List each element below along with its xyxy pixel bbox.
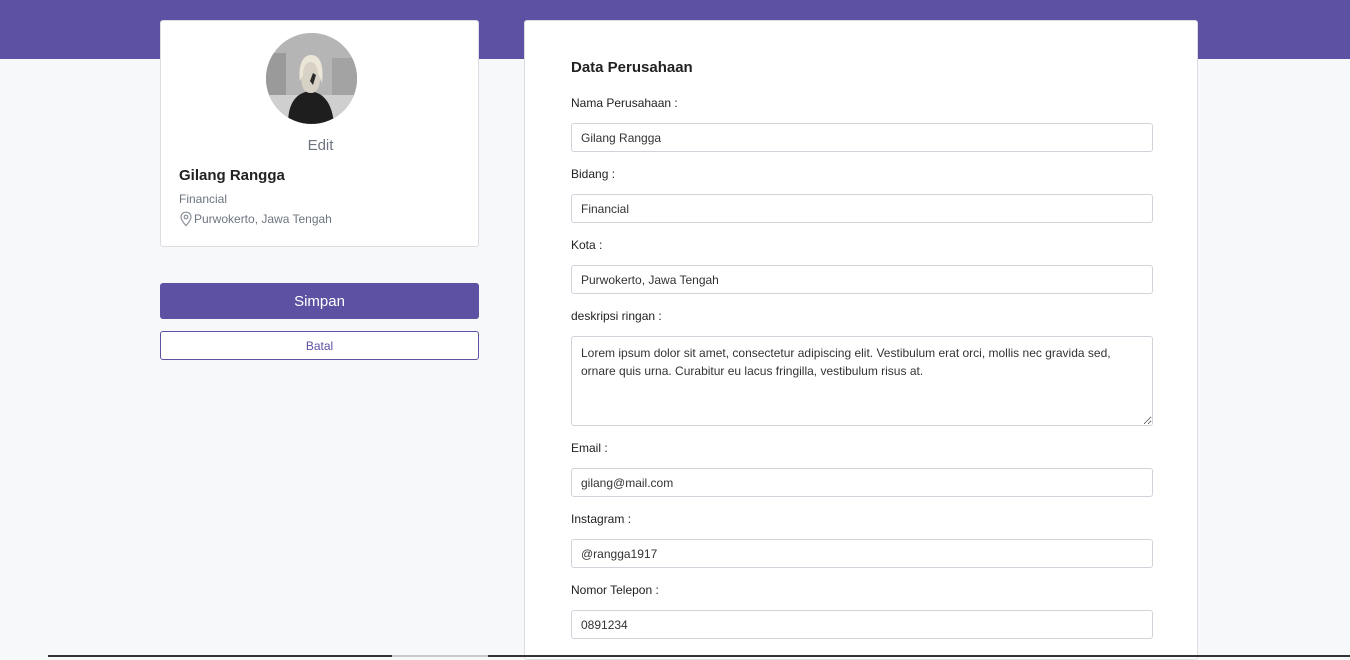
sector-input[interactable] [571, 194, 1153, 223]
company-name-label: Nama Perusahaan : [571, 96, 678, 110]
email-label: Email : [571, 441, 608, 455]
description-label: deskripsi ringan : [571, 309, 662, 323]
form-title: Data Perusahaan [571, 59, 693, 76]
map-pin-icon [179, 211, 193, 227]
phone-label: Nomor Telepon : [571, 583, 659, 597]
sector-label: Bidang : [571, 167, 616, 181]
phone-input[interactable] [571, 610, 1153, 639]
description-textarea[interactable]: Lorem ipsum dolor sit amet, consectetur … [571, 336, 1153, 426]
city-label: Kota : [571, 238, 603, 252]
profile-card: Edit Gilang Rangga Financial Purwokerto,… [160, 20, 479, 247]
profile-field: Financial [179, 192, 228, 206]
company-name-input[interactable] [571, 123, 1153, 152]
city-input[interactable] [571, 265, 1153, 294]
edit-photo-link[interactable]: Edit [161, 137, 480, 154]
profile-name: Gilang Rangga [179, 167, 285, 184]
profile-location: Purwokerto, Jawa Tengah [179, 211, 332, 227]
avatar[interactable] [266, 33, 357, 124]
instagram-label: Instagram : [571, 512, 632, 526]
company-form-card: Data Perusahaan Nama Perusahaan : Bidang… [524, 20, 1198, 660]
user-photo-icon [266, 33, 357, 124]
instagram-input[interactable] [571, 539, 1153, 568]
cancel-button[interactable]: Batal [160, 331, 479, 360]
email-input[interactable] [571, 468, 1153, 497]
profile-location-text: Purwokerto, Jawa Tengah [194, 212, 332, 226]
save-button[interactable]: Simpan [160, 283, 479, 319]
